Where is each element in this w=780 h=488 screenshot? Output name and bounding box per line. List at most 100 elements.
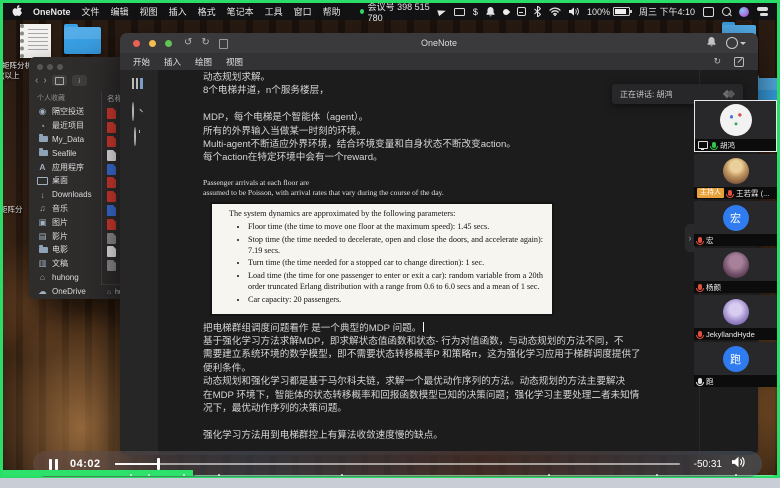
seek-track	[115, 463, 680, 465]
sidebar-item-mydata[interactable]: My_Data	[29, 133, 101, 147]
sidebar-item-pictures[interactable]: 图片	[29, 215, 101, 229]
recents-icon	[37, 121, 48, 131]
spotlight-icon[interactable]	[722, 6, 731, 18]
view-options-button[interactable]	[52, 75, 67, 86]
onenote-page-canvas[interactable]: 动态规划求解。 8个电梯井道，n个服务楼层， MDP，每个电梯是个智能体（age…	[158, 70, 758, 455]
wifi-icon[interactable]	[549, 6, 561, 18]
remaining-time: -50:31	[694, 459, 722, 470]
sync-icon[interactable]	[713, 56, 721, 67]
sidebar-item-desktop[interactable]: 桌面	[29, 174, 101, 188]
apple-menu-icon[interactable]	[12, 5, 22, 18]
tab-home[interactable]: 开始	[133, 56, 150, 68]
share-compose-icon[interactable]	[734, 57, 744, 67]
note-content[interactable]: 动态规划求解。 8个电梯井道，n个服务楼层， MDP，每个电梯是个智能体（age…	[203, 71, 696, 442]
seek-knob[interactable]	[157, 458, 160, 470]
menu-file[interactable]: 文件	[82, 5, 100, 18]
embedded-paper-image[interactable]: The system dynamics are approximated by …	[210, 202, 554, 316]
menu-notebook[interactable]: 笔记本	[227, 5, 254, 18]
pdf-file-icon	[107, 108, 116, 119]
participant-tile-huhong[interactable]: 胡鸿	[694, 100, 777, 152]
pause-button[interactable]	[49, 459, 58, 470]
sidebar-item-documents[interactable]: 文稿	[29, 257, 101, 271]
note-line: 基于强化学习方法求解MDP，即求解状态值函数和状态- 行为对值函数，与动态规划的…	[203, 335, 696, 348]
info-button[interactable]	[72, 75, 87, 86]
menu-app-name[interactable]: OneNote	[33, 7, 71, 17]
sidebar-item-movies[interactable]: 影片	[29, 229, 101, 243]
participant-name: 杨颜	[706, 282, 721, 293]
participant-tile-jekyllandhyde[interactable]: JekyllandHyde	[694, 295, 777, 340]
participant-tile-wang[interactable]: 主持人 王若霖 (...	[694, 154, 777, 199]
participant-tile-hong[interactable]: 宏 宏	[694, 201, 777, 246]
sidebar-item-music[interactable]: 音乐	[29, 202, 101, 216]
marker-dot	[148, 474, 150, 476]
notification-icon[interactable]	[486, 6, 495, 18]
menu-format[interactable]: 格式	[198, 5, 216, 18]
sidebar-item-dianying[interactable]: 电影	[29, 243, 101, 257]
siri-icon[interactable]	[739, 6, 749, 18]
menu-help[interactable]: 帮助	[323, 5, 341, 18]
menu-view[interactable]: 视图	[140, 5, 158, 18]
send-icon[interactable]	[438, 6, 446, 18]
menu-clock[interactable]: 周三 下午4:10	[639, 5, 695, 18]
forward-icon[interactable]	[43, 75, 46, 86]
menu-window[interactable]: 窗口	[294, 5, 312, 18]
note-line: 强化学习方法用到电梯群控上有算法收敛速度慢的缺点。	[203, 429, 696, 442]
volume-icon[interactable]	[569, 6, 579, 18]
tab-insert[interactable]: 插入	[164, 56, 181, 68]
menu-insert[interactable]: 插入	[169, 5, 187, 18]
marker-dot	[218, 474, 220, 476]
participant-tile-pao[interactable]: 跑 跑	[694, 342, 777, 387]
sidebar-item-onedrive[interactable]: OneDrive	[29, 284, 101, 298]
sidebar-item-downloads[interactable]: Downloads	[29, 188, 101, 202]
macos-menu-bar: OneNote 文件 编辑 视图 插入 格式 笔记本 工具 窗口 帮助 会议号 …	[3, 3, 777, 20]
notebooks-icon[interactable]	[132, 78, 145, 89]
finder-sidebar: 个人收藏 隔空投送 最近项目 My_Data Seafile 应用程序 桌面 D…	[29, 91, 101, 299]
participant-video-list: 胡鸿 主持人 王若霖 (... 宏 宏 杨颜	[694, 100, 777, 389]
finder-minimize-button[interactable]	[47, 64, 53, 70]
player-volume-icon[interactable]	[732, 455, 746, 473]
input-method-icon[interactable]	[517, 6, 526, 18]
battery-status[interactable]: 100%	[587, 6, 630, 18]
finder-zoom-button[interactable]	[57, 64, 63, 70]
avatar	[723, 252, 749, 278]
account-menu[interactable]	[726, 37, 746, 49]
screen-mirror-icon[interactable]	[454, 6, 465, 18]
participant-tile-yangyan[interactable]: 杨颜	[694, 248, 777, 293]
back-icon[interactable]	[35, 75, 38, 86]
note-line: 每个action在特定环境中会有一个reward。	[203, 151, 696, 164]
host-badge: 主持人	[697, 188, 724, 198]
sidebar-item-seafile[interactable]: Seafile	[29, 146, 101, 160]
cloud-icon	[37, 286, 48, 297]
note-line: 动态规划和强化学习都是基于马尔科夫链，求解一个最优动作序列的方法。动态规划的方法…	[203, 375, 696, 388]
screenshot-icon[interactable]	[703, 6, 714, 18]
menu-edit[interactable]: 编辑	[111, 5, 129, 18]
word-file-icon	[107, 205, 116, 216]
passenger-note-line: assumed to be Poisson, with arrival rate…	[203, 188, 696, 198]
menu-tools[interactable]: 工具	[265, 5, 283, 18]
notifications-bell-icon[interactable]	[707, 34, 716, 52]
document-file-icon	[107, 150, 116, 161]
audio-wave-icon	[724, 91, 734, 97]
desktop-folder-icon[interactable]	[64, 27, 101, 54]
control-center-icon[interactable]	[757, 6, 768, 18]
elapsed-time: 04:02	[70, 458, 101, 470]
recent-notes-icon[interactable]	[134, 127, 136, 146]
finder-close-button[interactable]	[37, 64, 43, 70]
desktop-notebook-file-icon[interactable]	[20, 24, 51, 58]
dollar-icon[interactable]	[473, 6, 478, 18]
meeting-status[interactable]: 会议号 398 515 780	[360, 6, 430, 18]
sidebar-item-home[interactable]: huhong	[29, 271, 101, 285]
participant-name: 胡鸿	[720, 140, 735, 151]
desktop-icon	[37, 177, 48, 185]
tab-view[interactable]: 视图	[226, 56, 243, 68]
sidebar-item-recents[interactable]: 最近项目	[29, 119, 101, 133]
tab-draw[interactable]: 绘图	[195, 56, 212, 68]
bluetooth-icon[interactable]	[534, 6, 541, 18]
participant-name: 跑	[706, 376, 714, 387]
sidebar-item-airdrop[interactable]: 隔空投送	[29, 105, 101, 119]
sidebar-item-applications[interactable]: 应用程序	[29, 160, 101, 174]
seek-bar[interactable]	[115, 458, 680, 470]
drop-icon[interactable]	[503, 6, 509, 18]
airdrop-icon	[37, 106, 48, 117]
search-icon[interactable]	[132, 102, 134, 121]
